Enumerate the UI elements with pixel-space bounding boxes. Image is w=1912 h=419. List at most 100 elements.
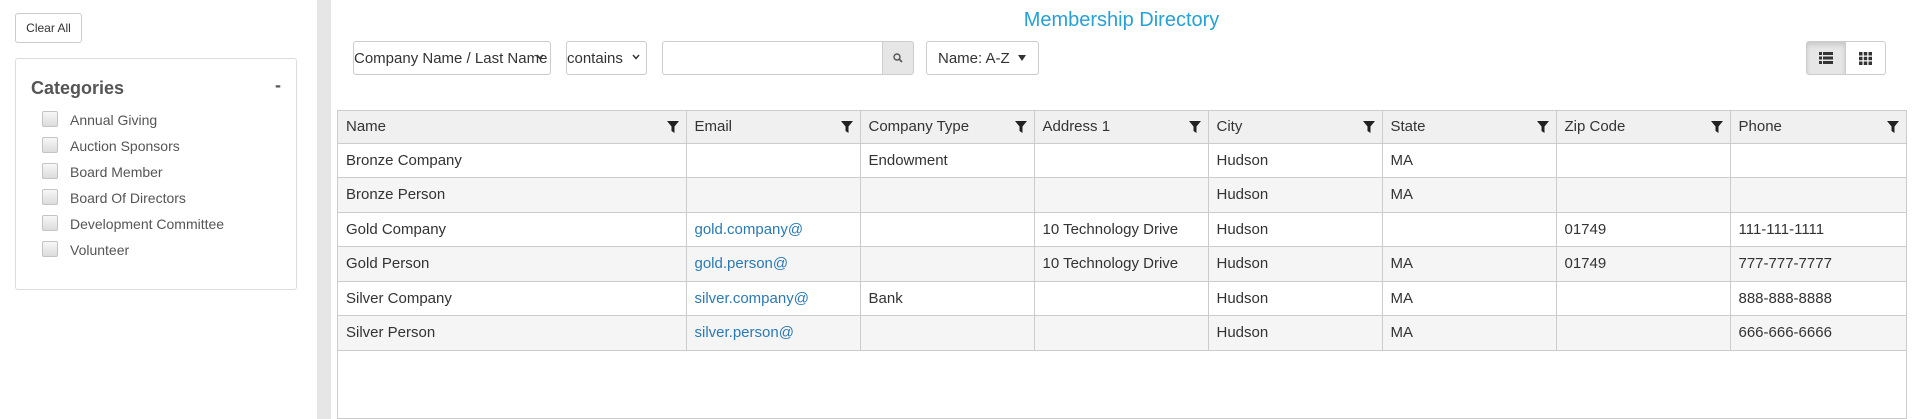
sort-dropdown[interactable]: Name: A-Z [926,41,1039,75]
search-input[interactable] [662,41,882,75]
cell-name: Gold Person [338,246,687,282]
cell-company-type [860,246,1035,282]
checkbox[interactable] [42,215,58,231]
grid-view-button[interactable] [1846,41,1886,75]
filter-icon[interactable] [666,121,679,133]
cell-name: Bronze Company [338,143,687,178]
column-label: Company Type [868,118,970,136]
cell-city: Hudson [1208,212,1383,247]
cell-address1 [1034,315,1209,351]
table-row[interactable]: Bronze Person Hudson MA [338,177,1907,213]
cell-zip [1556,315,1731,351]
collapse-toggle[interactable]: - [271,75,285,95]
cell-city: Hudson [1208,143,1383,178]
cell-zip [1556,177,1731,213]
column-label: City [1216,118,1243,136]
cell-name: Silver Person [338,315,687,351]
cell-address1: 10 Technology Drive [1034,212,1209,247]
cell-email [686,177,861,213]
search-button[interactable] [882,41,914,75]
column-label: Zip Code [1564,118,1626,136]
column-header-name[interactable]: Name [338,111,687,144]
cell-phone: 888-888-8888 [1730,281,1907,316]
cell-state: MA [1382,246,1557,282]
column-label: Address 1 [1042,118,1111,136]
cell-email [686,143,861,178]
column-label: Email [694,118,733,136]
cell-email: gold.company@ [686,212,861,247]
field-select[interactable]: Company Name / Last Name [353,41,551,75]
email-link[interactable]: gold.person@ [695,255,789,272]
table-row[interactable]: Gold Person gold.person@ 10 Technology D… [338,246,1907,282]
category-label: Development Committee [70,216,225,232]
column-label: Phone [1738,118,1782,136]
category-item-annual-giving[interactable]: Annual Giving [42,110,224,136]
cell-zip: 01749 [1556,212,1731,247]
checkbox[interactable] [42,163,58,179]
column-header-phone[interactable]: Phone [1730,111,1907,144]
table-row[interactable]: Silver Company silver.company@ Bank Huds… [338,281,1907,316]
category-item-board-member[interactable]: Board Member [42,162,224,188]
column-header-zip-code[interactable]: Zip Code [1556,111,1731,144]
table-row[interactable]: Gold Company gold.company@ 10 Technology… [338,212,1907,247]
cell-zip [1556,143,1731,178]
sidebar-divider[interactable] [317,0,331,419]
operator-select-value: contains [567,49,623,67]
table-row[interactable]: Bronze Company Endowment Hudson MA [338,143,1907,178]
column-label: State [1390,118,1426,136]
category-label: Auction Sponsors [70,138,180,154]
cell-company-type [860,315,1035,351]
cell-company-type: Endowment [860,143,1035,178]
cell-company-type: Bank [860,281,1035,316]
filter-icon[interactable] [1710,121,1723,133]
cell-phone: 666-666-6666 [1730,315,1907,351]
category-label: Annual Giving [70,112,158,128]
cell-state: MA [1382,281,1557,316]
filter-icon[interactable] [1886,121,1899,133]
checkbox[interactable] [42,111,58,127]
cell-city: Hudson [1208,177,1383,213]
view-toggle [1806,41,1886,75]
column-header-state[interactable]: State [1382,111,1557,144]
table-row[interactable]: Silver Person silver.person@ Hudson MA 6… [338,315,1907,351]
column-header-city[interactable]: City [1208,111,1383,144]
email-link[interactable]: silver.person@ [695,324,794,341]
email-link[interactable]: gold.company@ [695,221,804,238]
cell-name: Silver Company [338,281,687,316]
category-item-board-of-directors[interactable]: Board Of Directors [42,188,224,214]
filter-icon[interactable] [1536,121,1549,133]
category-item-volunteer[interactable]: Volunteer [42,240,224,266]
column-header-address1[interactable]: Address 1 [1034,111,1209,144]
category-item-development-committee[interactable]: Development Committee [42,214,224,240]
cell-state: MA [1382,143,1557,178]
cell-city: Hudson [1208,281,1383,316]
cell-phone [1730,177,1907,213]
checkbox[interactable] [42,189,58,205]
caret-down-icon [1018,55,1026,61]
search-icon [893,53,903,63]
list-view-button[interactable] [1806,41,1846,75]
cell-zip: 01749 [1556,246,1731,282]
cell-address1: 10 Technology Drive [1034,246,1209,282]
categories-title: Categories [31,78,125,98]
category-item-auction-sponsors[interactable]: Auction Sponsors [42,136,224,162]
clear-all-button[interactable]: Clear All [15,13,82,43]
column-header-company-type[interactable]: Company Type [860,111,1035,144]
cell-zip [1556,281,1731,316]
checkbox[interactable] [42,137,58,153]
filter-icon[interactable] [1362,121,1375,133]
category-label: Board Member [70,164,163,180]
table-header-row: Name Email Company Type Address 1 City S… [338,111,1907,144]
sort-label: Name: A-Z [938,49,1010,67]
cell-address1 [1034,177,1209,213]
filter-icon[interactable] [1188,121,1201,133]
directory-table: Name Email Company Type Address 1 City S… [337,110,1907,419]
column-label: Name [346,118,387,136]
column-header-email[interactable]: Email [686,111,861,144]
checkbox[interactable] [42,241,58,257]
filter-icon[interactable] [840,121,853,133]
operator-select[interactable]: contains [566,41,647,75]
cell-company-type [860,212,1035,247]
email-link[interactable]: silver.company@ [695,290,809,307]
filter-icon[interactable] [1014,121,1027,133]
